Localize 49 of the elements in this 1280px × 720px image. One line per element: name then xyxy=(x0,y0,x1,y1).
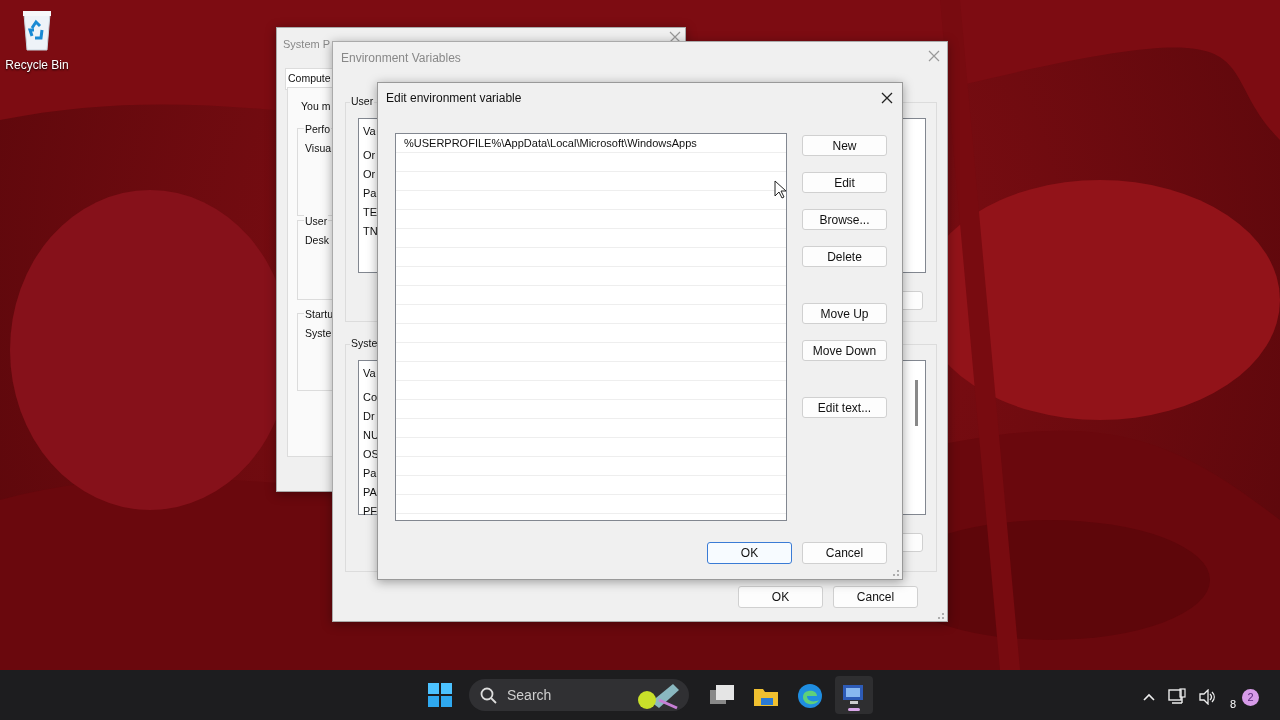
list-item[interactable]: PA xyxy=(363,484,377,501)
window-title: Environment Variables xyxy=(341,50,461,67)
recycle-bin-icon[interactable] xyxy=(20,8,54,52)
list-item[interactable]: PF xyxy=(363,503,378,520)
list-item[interactable]: Pa xyxy=(363,185,377,202)
dialog-button[interactable]: Edit xyxy=(802,172,887,193)
list-item[interactable]: TE xyxy=(363,204,378,221)
scrollbar-thumb[interactable] xyxy=(915,380,918,426)
dialog-button[interactable]: OK xyxy=(707,542,792,564)
chevron-up-icon[interactable] xyxy=(1142,692,1156,703)
dialog-button[interactable]: Browse... xyxy=(802,209,887,230)
dialog-button[interactable]: Delete xyxy=(802,246,887,267)
dialog-button[interactable]: Edit text... xyxy=(802,397,887,418)
list-item[interactable]: Or xyxy=(363,147,376,164)
notification-badge[interactable]: 2 xyxy=(1242,688,1260,706)
window-title: Edit environment variable xyxy=(386,90,522,107)
group-text: Visua xyxy=(305,141,332,156)
tab[interactable]: Compute xyxy=(285,68,334,90)
search-icon xyxy=(480,687,497,704)
group-text: Syste xyxy=(305,326,332,341)
list-item[interactable]: Or xyxy=(363,166,376,183)
dialog-button[interactable]: Move Up xyxy=(802,303,887,324)
notification-count: 8 xyxy=(1230,697,1237,712)
taskbar-button[interactable] xyxy=(835,676,873,714)
dialog-button[interactable]: Move Down xyxy=(802,340,887,361)
group-label: Syste xyxy=(350,336,379,352)
resize-grip-icon[interactable] xyxy=(892,569,900,577)
list-item[interactable]: Va xyxy=(363,365,376,382)
volume-icon[interactable] xyxy=(1198,689,1216,706)
network-icon[interactable] xyxy=(1168,688,1186,707)
dialog-button[interactable]: Cancel xyxy=(802,542,887,564)
list-item[interactable]: TN xyxy=(363,223,378,240)
list-item[interactable]: Dr xyxy=(363,408,375,425)
resize-grip-icon[interactable] xyxy=(937,612,945,620)
window-title: System P xyxy=(283,37,331,52)
list-item[interactable]: Pa xyxy=(363,465,377,482)
dialog-button[interactable]: Cancel xyxy=(833,586,918,608)
list-item[interactable]: %USERPROFILE%\AppData\Local\Microsoft\WindowsApps xyxy=(396,134,786,153)
description-text: You m xyxy=(301,99,331,114)
close-icon[interactable] xyxy=(881,92,893,104)
search-field[interactable]: Search xyxy=(469,679,689,711)
browser-icon xyxy=(795,681,825,709)
group-text: Desk xyxy=(305,233,329,248)
dialog-button[interactable]: New xyxy=(802,135,887,156)
dialog-button[interactable]: OK xyxy=(738,586,823,608)
icon-label[interactable]: Recycle Bin xyxy=(5,56,69,74)
windows-start-icon[interactable] xyxy=(427,682,453,708)
list-item[interactable]: Co xyxy=(363,389,378,406)
list-item[interactable]: Va xyxy=(363,123,376,140)
